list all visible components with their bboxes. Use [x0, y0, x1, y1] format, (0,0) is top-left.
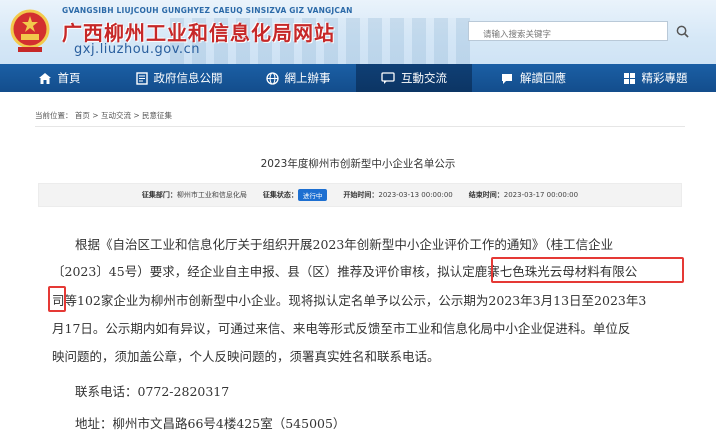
- national-emblem-icon: [10, 9, 50, 52]
- end-time-value: 2023-03-17 00:00:00: [503, 191, 579, 199]
- site-subtitle: GVANGSIBH LIUJCOUH GUNGHYEZ CAEUQ SINSIZ…: [62, 6, 353, 15]
- nav-special-topics-label: 精彩專題: [641, 71, 688, 85]
- nav-online-services-label: 網上辦事: [284, 71, 331, 85]
- start-time-value: 2023-03-13 00:00:00: [378, 191, 453, 199]
- bubble-icon: [502, 73, 512, 84]
- contact-phone: 联系电话：0772-2820317: [75, 384, 230, 399]
- highlight-box: [491, 257, 684, 283]
- breadcrumb-separator: >: [133, 111, 140, 120]
- document-icon: [135, 71, 148, 85]
- start-time-label: 开始时间：: [343, 191, 379, 199]
- nav-gov-info[interactable]: 政府信息公開: [118, 64, 240, 92]
- paragraph-line-4: 月17日。公示期内如有异议，可通过来信、来电等形式反馈至市工业和信息化局中小企业…: [52, 321, 631, 336]
- nav-gov-info-label: 政府信息公開: [153, 71, 223, 85]
- dept-label: 征集部门：: [141, 191, 177, 199]
- dept-value: 柳州市工业和信息化局: [176, 191, 247, 199]
- paragraph-line-5: 映问题的，须加盖公章，个人反映问题的，须署真实姓名和联系电话。: [52, 349, 440, 364]
- paragraph-line-2-text: 〔2023〕45号）要求，经企业自主申报、县（区）推荐及评价审核，拟认定: [52, 264, 475, 279]
- contact-address: 地址：柳州市文昌路66号4楼425室（545005）: [75, 416, 346, 431]
- site-url: gxj.liuzhou.gov.cn: [74, 42, 200, 57]
- nav-special-topics[interactable]: 精彩專題: [594, 64, 716, 92]
- puzzle-icon: [623, 72, 635, 84]
- collection-meta-bar: 征集部门： 柳州市工业和信息化局 征集状态： 进行中 开始时间： 2023-03…: [38, 183, 682, 207]
- paragraph-line-3-text: 等102家企业为柳州市创新型中小企业。现将拟认定名单予以公示，公示期为2023年…: [64, 293, 647, 308]
- breadcrumb-label: 当前位置：: [35, 111, 73, 120]
- chat-icon: [381, 71, 395, 84]
- end-time-label: 结束时间：: [468, 191, 504, 199]
- breadcrumb: 当前位置： 首页 > 互动交流 > 民意征集: [35, 110, 172, 121]
- search-input[interactable]: [469, 26, 633, 44]
- nav-home[interactable]: 首頁: [0, 64, 118, 92]
- status-badge: 进行中: [297, 189, 328, 201]
- breadcrumb-opinion-collection[interactable]: 民意征集: [142, 111, 172, 120]
- paragraph-line-1: 根据《自治区工业和信息化厅关于组织开展2023年创新型中小企业评价工作的通知》（…: [75, 237, 614, 252]
- home-icon: [38, 72, 51, 84]
- main-nav: 首頁 政府信息公開 網上辦事 互動交流 解讀回應 精彩專題: [0, 64, 716, 92]
- search-box: [468, 21, 668, 44]
- search-button[interactable]: [672, 21, 692, 41]
- page-title: 2023年度柳州市创新型中小企业名单公示: [260, 158, 456, 170]
- nav-interpretation-label: 解讀回應: [520, 71, 566, 85]
- highlight-box: [48, 286, 66, 312]
- breadcrumb-home[interactable]: 首页: [75, 111, 90, 120]
- breadcrumb-interaction[interactable]: 互动交流: [101, 111, 131, 120]
- globe-icon: [265, 71, 279, 85]
- breadcrumb-separator: >: [92, 111, 99, 120]
- nav-interaction-label: 互動交流: [401, 71, 447, 85]
- nav-online-services[interactable]: 網上辦事: [240, 64, 356, 92]
- paragraph-line-3: 司等102家企业为柳州市创新型中小企业。现将拟认定名单予以公示，公示期为2023…: [52, 290, 646, 309]
- status-label: 征集状态：: [262, 191, 298, 199]
- nav-interaction[interactable]: 互動交流: [356, 64, 472, 92]
- nav-interpretation[interactable]: 解讀回應: [472, 64, 594, 92]
- nav-home-label: 首頁: [57, 71, 81, 85]
- search-icon: [676, 25, 689, 38]
- site-header: GVANGSIBH LIUJCOUH GUNGHYEZ CAEUQ SINSIZ…: [0, 0, 716, 64]
- divider: [35, 126, 685, 127]
